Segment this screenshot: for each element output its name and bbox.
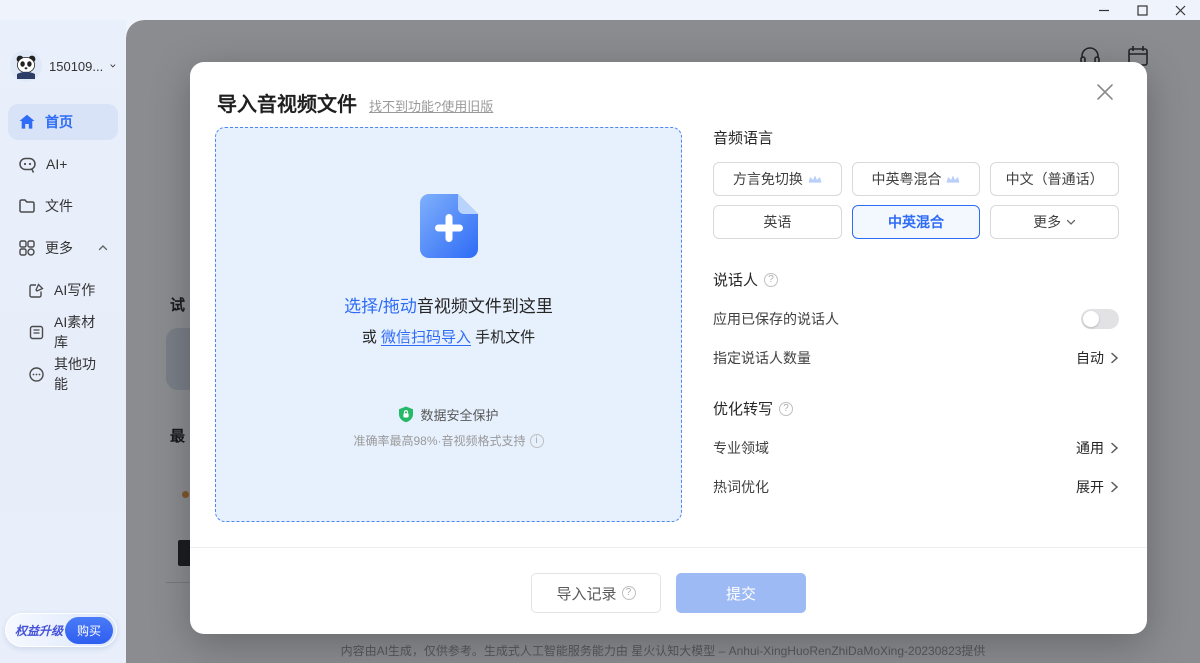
chevron-right-icon bbox=[1110, 442, 1119, 454]
professional-domain-label: 专业领域 bbox=[713, 438, 769, 458]
sidebar-item-label: 文件 bbox=[45, 196, 73, 216]
sidebar: 150109... 首页 AI+ 文件 更多 AI写作 bbox=[0, 0, 126, 663]
minimize-icon[interactable] bbox=[1096, 2, 1112, 18]
sidebar-item-label: 其他功能 bbox=[54, 354, 108, 394]
help-icon: ? bbox=[622, 586, 636, 600]
wechat-scan-import-link[interactable]: 微信扫码导入 bbox=[381, 329, 471, 346]
window-titlebar bbox=[0, 0, 1200, 20]
chevron-right-icon bbox=[1110, 481, 1119, 493]
audio-language-heading: 音频语言 bbox=[713, 127, 1119, 148]
language-option-mandarin[interactable]: 中文（普通话） bbox=[990, 162, 1119, 196]
upgrade-banner[interactable]: 权益升级 购买 bbox=[5, 613, 117, 647]
chevron-up-icon bbox=[98, 243, 108, 253]
language-option-more[interactable]: 更多 bbox=[990, 205, 1119, 239]
language-option-cn-en-cantonese[interactable]: 中英粤混合 bbox=[852, 162, 981, 196]
speaker-count-label: 指定说话人数量 bbox=[713, 348, 811, 368]
sidebar-item-label: AI+ bbox=[46, 156, 67, 172]
apply-saved-speakers-toggle[interactable] bbox=[1081, 309, 1119, 329]
speaker-heading: 说话人 ? bbox=[713, 269, 1119, 290]
user-account[interactable]: 150109... bbox=[0, 50, 126, 82]
file-plus-icon bbox=[420, 194, 478, 258]
modal-close-icon[interactable] bbox=[1093, 80, 1117, 104]
import-modal: 导入音视频文件 找不到功能?使用旧版 选择/拖动音视频文件到这里 或 微信扫码导… bbox=[190, 62, 1147, 634]
use-legacy-version-link[interactable]: 找不到功能?使用旧版 bbox=[369, 96, 493, 115]
hotword-optimization-label: 热词优化 bbox=[713, 477, 769, 497]
ai-robot-icon bbox=[18, 155, 37, 174]
upgrade-label: 权益升级 bbox=[15, 622, 63, 639]
crown-icon bbox=[808, 174, 822, 185]
folder-icon bbox=[18, 197, 36, 215]
chevron-right-icon bbox=[1110, 352, 1119, 364]
user-name: 150109... bbox=[49, 59, 103, 74]
submit-button[interactable]: 提交 bbox=[676, 573, 806, 613]
data-security-label: 数据安全保护 bbox=[420, 405, 498, 424]
ellipsis-circle-icon bbox=[28, 366, 45, 383]
ai-library-icon bbox=[28, 324, 45, 341]
buy-button[interactable]: 购买 bbox=[65, 617, 113, 644]
chevron-down-icon bbox=[110, 61, 116, 71]
grid-icon bbox=[18, 239, 36, 257]
maximize-icon[interactable] bbox=[1134, 2, 1150, 18]
select-drag-link[interactable]: 选择/拖动 bbox=[344, 297, 417, 316]
language-option-cn-en-mixed[interactable]: 中英混合 bbox=[852, 205, 981, 239]
sidebar-item-label: AI写作 bbox=[54, 280, 95, 300]
sidebar-item-label: AI素材库 bbox=[54, 312, 108, 352]
footer-divider bbox=[190, 547, 1147, 548]
sidebar-item-files[interactable]: 文件 bbox=[8, 188, 118, 224]
format-support-text: 准确率最高98%·音视频格式支持 bbox=[353, 432, 525, 449]
language-option-english[interactable]: 英语 bbox=[713, 205, 842, 239]
sidebar-item-label: 更多 bbox=[45, 238, 73, 258]
import-history-button[interactable]: 导入记录 ? bbox=[531, 573, 661, 613]
modal-title: 导入音视频文件 bbox=[217, 88, 357, 117]
speaker-count-value[interactable]: 自动 bbox=[1076, 348, 1119, 368]
sidebar-item-ai[interactable]: AI+ bbox=[8, 146, 118, 182]
hotword-optimization-value[interactable]: 展开 bbox=[1076, 477, 1119, 497]
close-icon[interactable] bbox=[1172, 2, 1188, 18]
panda-avatar bbox=[10, 50, 42, 82]
sidebar-item-label: 首页 bbox=[45, 112, 73, 132]
sidebar-item-home[interactable]: 首页 bbox=[8, 104, 118, 140]
apply-saved-speakers-label: 应用已保存的说话人 bbox=[713, 309, 839, 329]
language-options: 方言免切换 中英粤混合 中文（普通话） 英语 中英混合 更多 bbox=[713, 162, 1119, 239]
home-icon bbox=[18, 113, 36, 131]
ai-writing-icon bbox=[28, 282, 45, 299]
file-dropzone[interactable]: 选择/拖动音视频文件到这里 或 微信扫码导入 手机文件 数据安全保护 准确率最高… bbox=[215, 127, 682, 522]
sidebar-item-ai-library[interactable]: AI素材库 bbox=[18, 314, 118, 350]
language-option-dialect[interactable]: 方言免切换 bbox=[713, 162, 842, 196]
help-icon[interactable]: ? bbox=[764, 273, 778, 287]
dropzone-instruction: 选择/拖动音视频文件到这里 bbox=[344, 292, 553, 317]
dropzone-wechat-line: 或 微信扫码导入 手机文件 bbox=[362, 326, 535, 347]
info-icon[interactable]: i bbox=[530, 434, 544, 448]
sidebar-item-ai-writing[interactable]: AI写作 bbox=[18, 272, 118, 308]
help-icon[interactable]: ? bbox=[779, 402, 793, 416]
crown-icon bbox=[946, 174, 960, 185]
optimize-heading: 优化转写 ? bbox=[713, 398, 1119, 419]
shield-lock-icon bbox=[398, 406, 414, 423]
chevron-down-icon bbox=[1066, 217, 1076, 227]
sidebar-item-other-functions[interactable]: 其他功能 bbox=[18, 356, 118, 392]
professional-domain-value[interactable]: 通用 bbox=[1076, 438, 1119, 458]
sidebar-item-more[interactable]: 更多 bbox=[8, 230, 118, 266]
import-settings-panel: 音频语言 方言免切换 中英粤混合 中文（普通话） 英语 中英混合 更多 bbox=[713, 127, 1119, 497]
